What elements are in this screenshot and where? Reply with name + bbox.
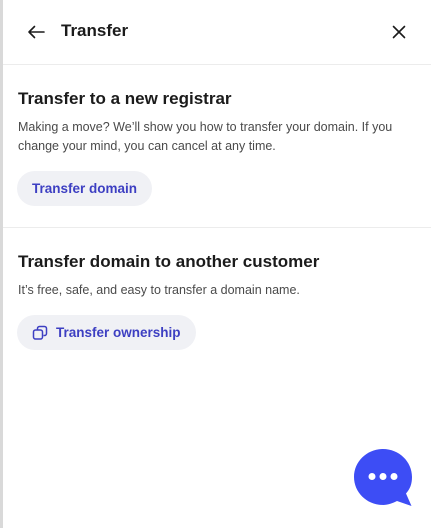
swap-icon: [32, 325, 48, 341]
page-title: Transfer: [61, 21, 129, 40]
registrar-section-title: Transfer to a new registrar: [18, 89, 232, 108]
registrar-section-description: Making a move? We’ll show you how to tra…: [18, 120, 393, 153]
arrow-left-icon: [28, 25, 45, 39]
registrar-transfer-section: Transfer to a new registrar Making a mov…: [3, 64, 431, 228]
customer-section-description: It’s free, safe, and easy to transfer a …: [18, 283, 300, 297]
close-icon: [392, 25, 406, 39]
transfer-domain-button-label: Transfer domain: [32, 181, 138, 196]
back-button[interactable]: [23, 19, 49, 45]
chat-bubble-icon: [354, 449, 412, 506]
transfer-ownership-button-label: Transfer ownership: [56, 325, 181, 340]
transfer-domain-button[interactable]: Transfer domain: [17, 171, 153, 206]
transfer-ownership-button[interactable]: Transfer ownership: [17, 315, 196, 350]
close-button[interactable]: [387, 20, 411, 44]
customer-section-title: Transfer domain to another customer: [18, 252, 320, 271]
panel-header: Transfer: [3, 0, 431, 65]
customer-transfer-section: Transfer domain to another customer It’s…: [3, 228, 431, 368]
chat-button[interactable]: [353, 448, 413, 508]
transfer-panel: Transfer Transfer to a new registrar Mak…: [0, 0, 431, 528]
